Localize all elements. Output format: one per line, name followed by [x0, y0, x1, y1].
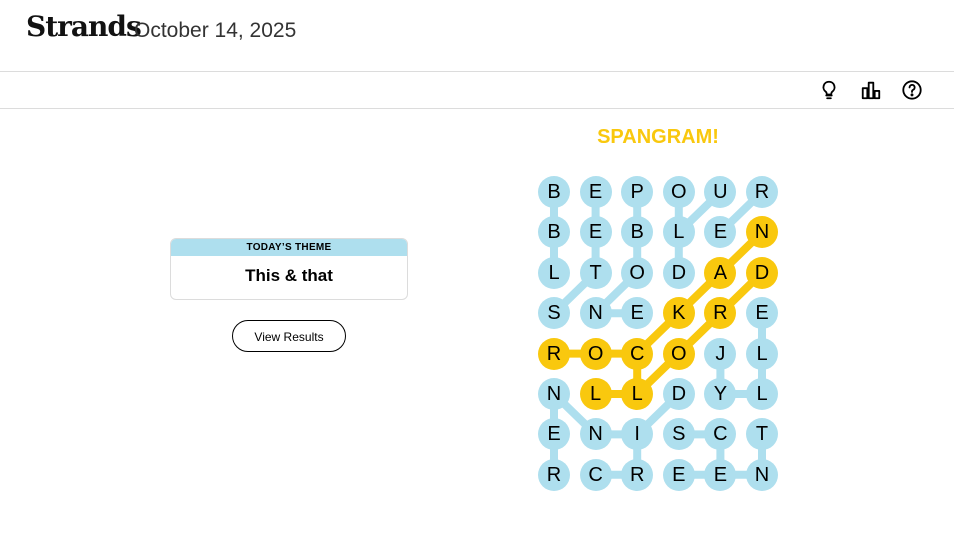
letter-cell[interactable]: N: [579, 297, 612, 330]
letter-cell[interactable]: L: [579, 378, 612, 410]
board-connections: [550, 188, 766, 479]
letter-cell[interactable]: P: [621, 176, 654, 208]
letter-cell[interactable]: O: [621, 256, 654, 289]
letter-cell[interactable]: L: [538, 256, 570, 289]
letter-cell[interactable]: D: [662, 256, 695, 289]
letter-cell[interactable]: A: [704, 256, 737, 289]
letter-cell[interactable]: L: [621, 378, 654, 410]
letter-cell[interactable]: E: [579, 216, 612, 249]
found-path-line: [550, 390, 683, 439]
letter-cell[interactable]: J: [704, 337, 737, 370]
letter-cell[interactable]: K: [662, 297, 695, 330]
letter-cell[interactable]: R: [746, 176, 778, 208]
letter-cell[interactable]: E: [704, 458, 737, 491]
letter-cell[interactable]: R: [538, 337, 570, 370]
letter-board: BEPOURBEBLENLTODADSNEKREROCOJLNLLDYLENIS…: [532, 170, 784, 494]
puzzle-date: October 14, 2025: [134, 19, 297, 42]
letter-cell[interactable]: S: [538, 297, 570, 330]
letter-cell[interactable]: N: [579, 418, 612, 451]
letter-cell[interactable]: D: [746, 256, 778, 289]
letter-cell[interactable]: R: [621, 458, 654, 491]
letter-cell[interactable]: O: [662, 176, 695, 208]
theme-card: TODAY’S THEME This & that: [170, 238, 408, 300]
letter-cell[interactable]: B: [538, 176, 570, 208]
theme-label: TODAY’S THEME: [171, 239, 407, 256]
letter-cell[interactable]: T: [579, 256, 612, 289]
toolbar: [0, 72, 954, 109]
letter-cell[interactable]: E: [746, 297, 778, 330]
spangram-path-line: [550, 228, 766, 358]
letter-cell[interactable]: R: [538, 458, 570, 491]
letter-cell[interactable]: L: [662, 216, 695, 249]
spangram-label: SPANGRAM!: [597, 126, 719, 148]
found-path-line: [591, 188, 642, 318]
letter-cell[interactable]: C: [579, 458, 612, 491]
letter-cell[interactable]: N: [746, 458, 778, 491]
letter-cell[interactable]: O: [579, 337, 612, 370]
strands-game-page: Strands October 14, 2025 TODAY’S THEME T…: [0, 0, 954, 534]
strands-logo: Strands: [26, 10, 142, 43]
help-icon[interactable]: [901, 79, 923, 101]
letter-cell[interactable]: L: [746, 378, 778, 410]
letter-cell[interactable]: D: [662, 378, 695, 410]
letter-cell[interactable]: E: [579, 176, 612, 208]
letter-cell[interactable]: S: [662, 418, 695, 451]
theme-text: This & that: [245, 266, 333, 285]
lightbulb-icon[interactable]: [818, 79, 840, 101]
view-results-button[interactable]: View Results: [232, 320, 346, 352]
letter-cell[interactable]: N: [538, 378, 570, 410]
letter-cell[interactable]: C: [621, 337, 654, 370]
header: Strands October 14, 2025: [0, 0, 954, 72]
letter-cell[interactable]: O: [662, 337, 695, 370]
letter-cell[interactable]: E: [662, 458, 695, 491]
letter-cell[interactable]: L: [746, 337, 778, 370]
stats-icon[interactable]: [860, 79, 882, 101]
